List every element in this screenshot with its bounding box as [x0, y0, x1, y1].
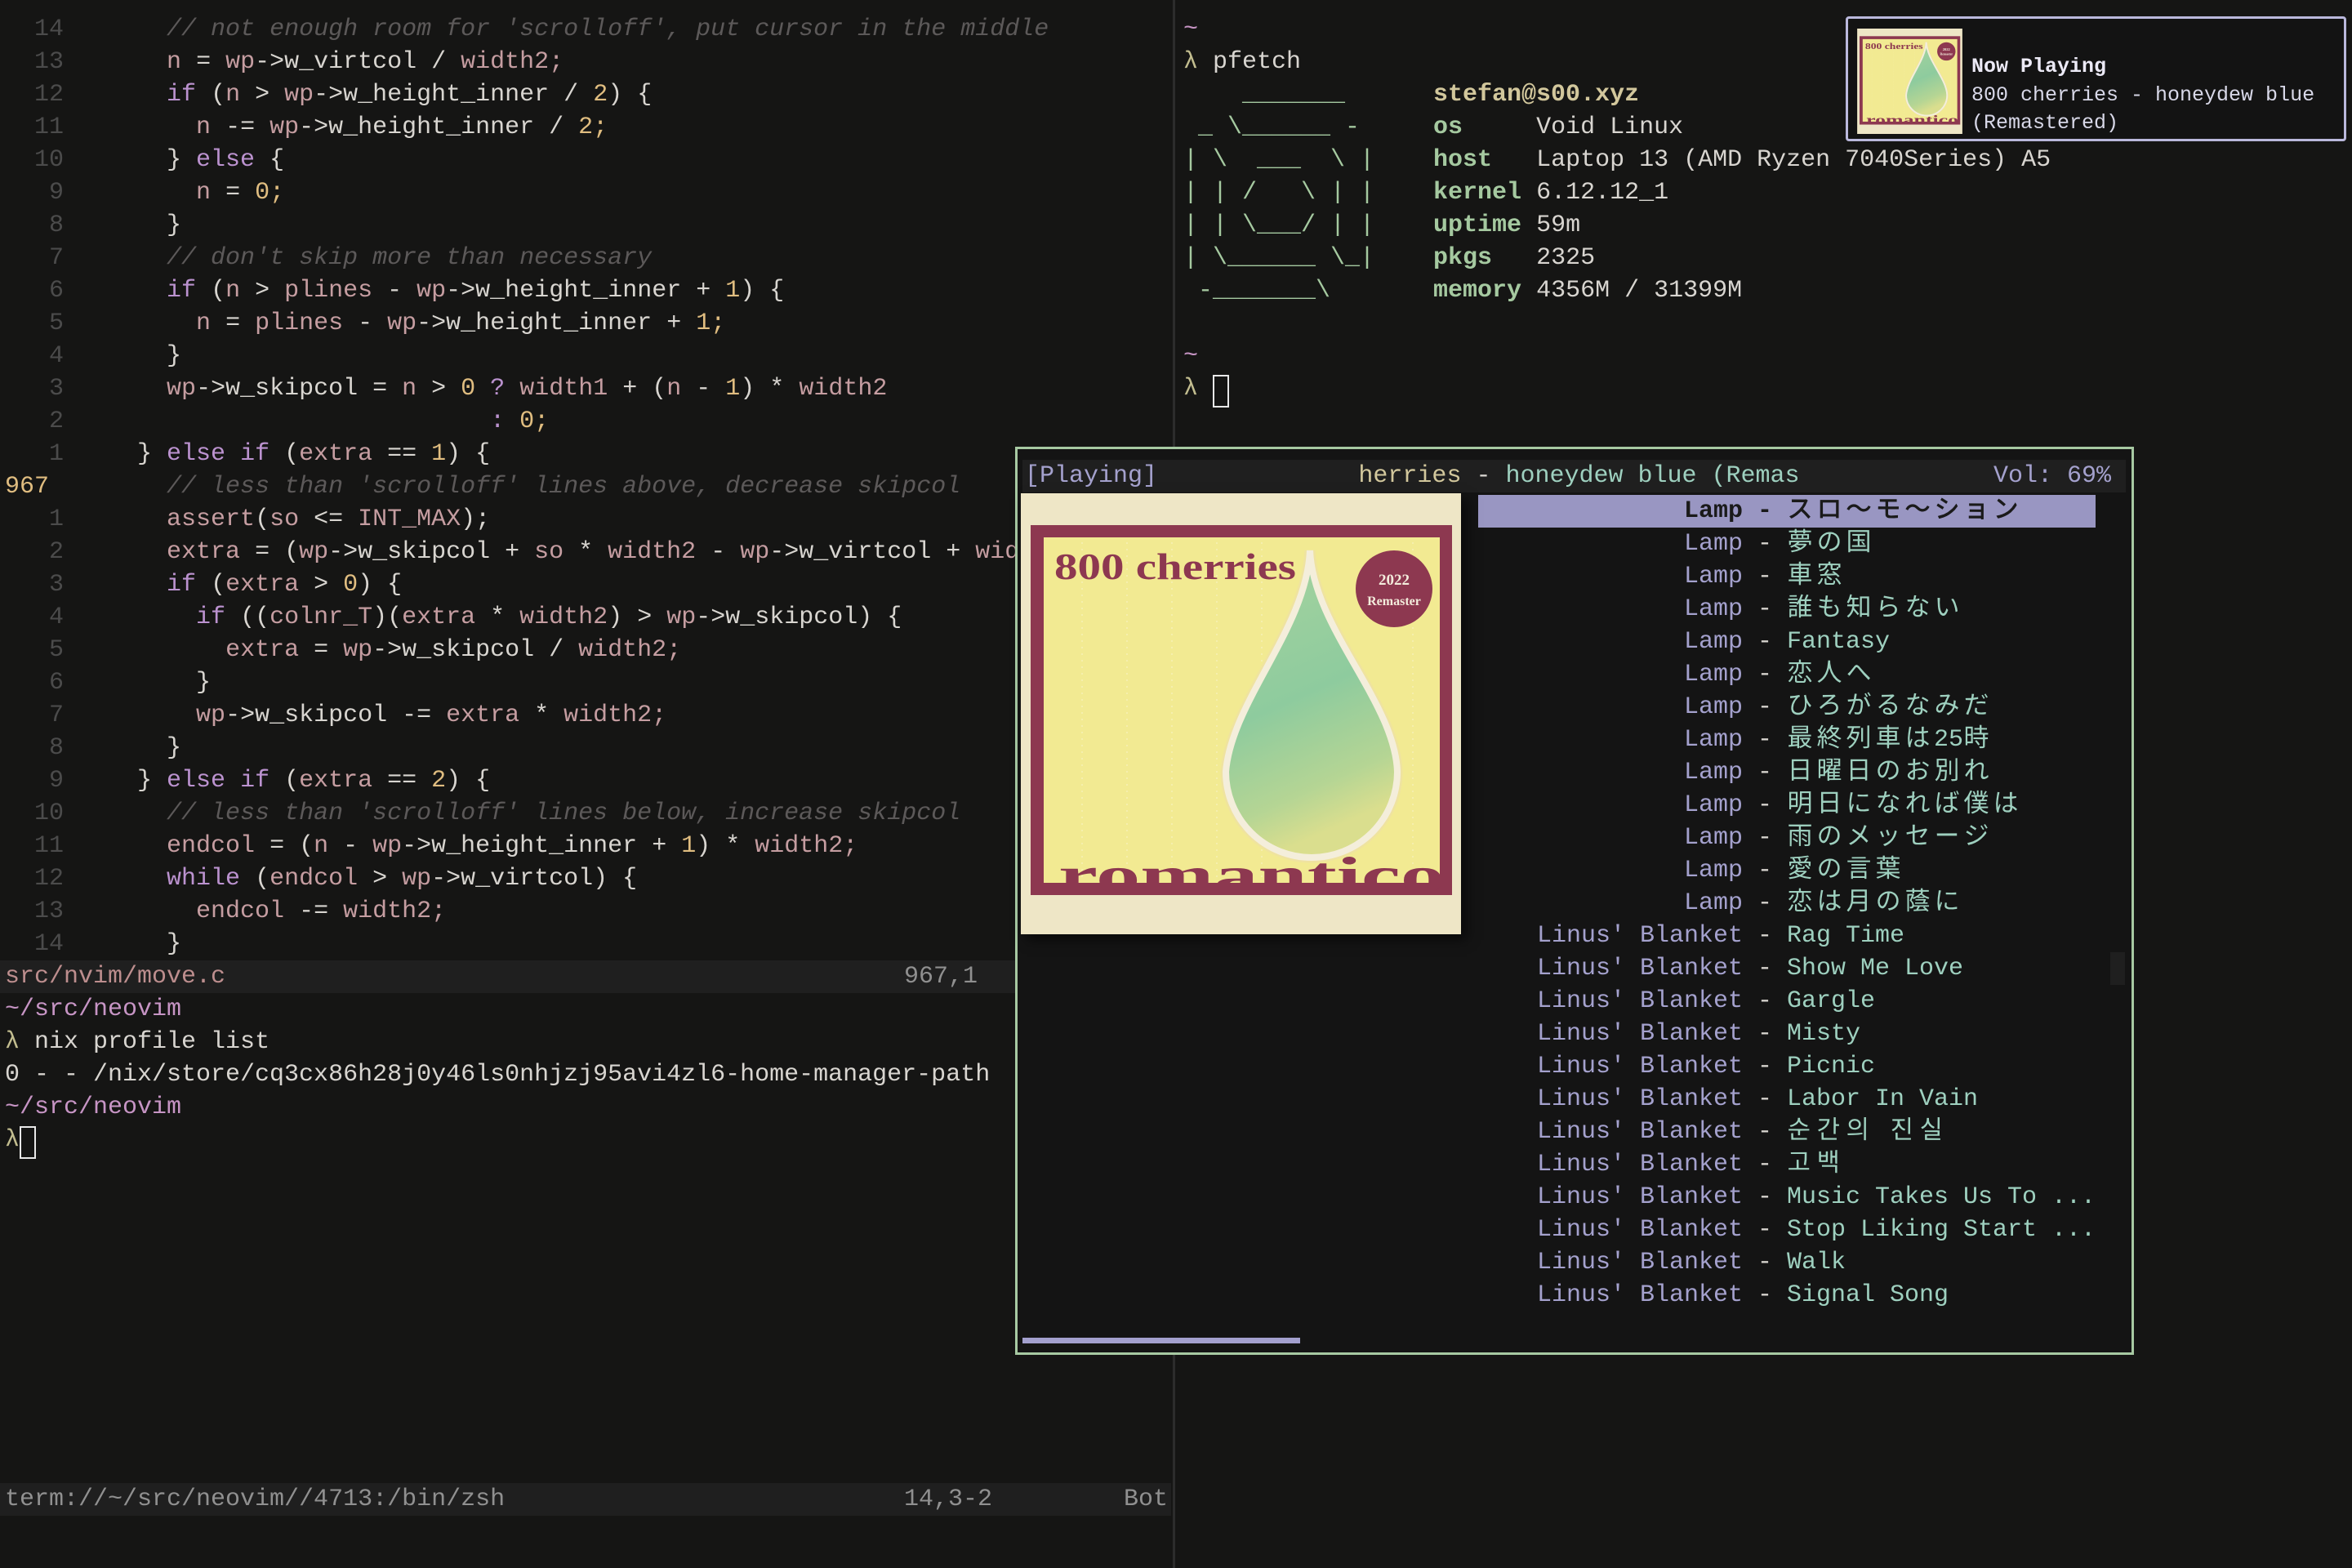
- svg-text:Remaster: Remaster: [1367, 595, 1421, 608]
- svg-text:romantico: romantico: [1058, 846, 1445, 904]
- svg-text:2022: 2022: [1379, 572, 1410, 589]
- svg-text:800 cherries: 800 cherries: [1865, 42, 1923, 51]
- svg-text:2022: 2022: [1943, 47, 1951, 51]
- svg-text:romantico: romantico: [1866, 114, 1959, 127]
- svg-text:800 cherries: 800 cherries: [1054, 546, 1296, 587]
- svg-text:Remaster: Remaster: [1940, 53, 1953, 56]
